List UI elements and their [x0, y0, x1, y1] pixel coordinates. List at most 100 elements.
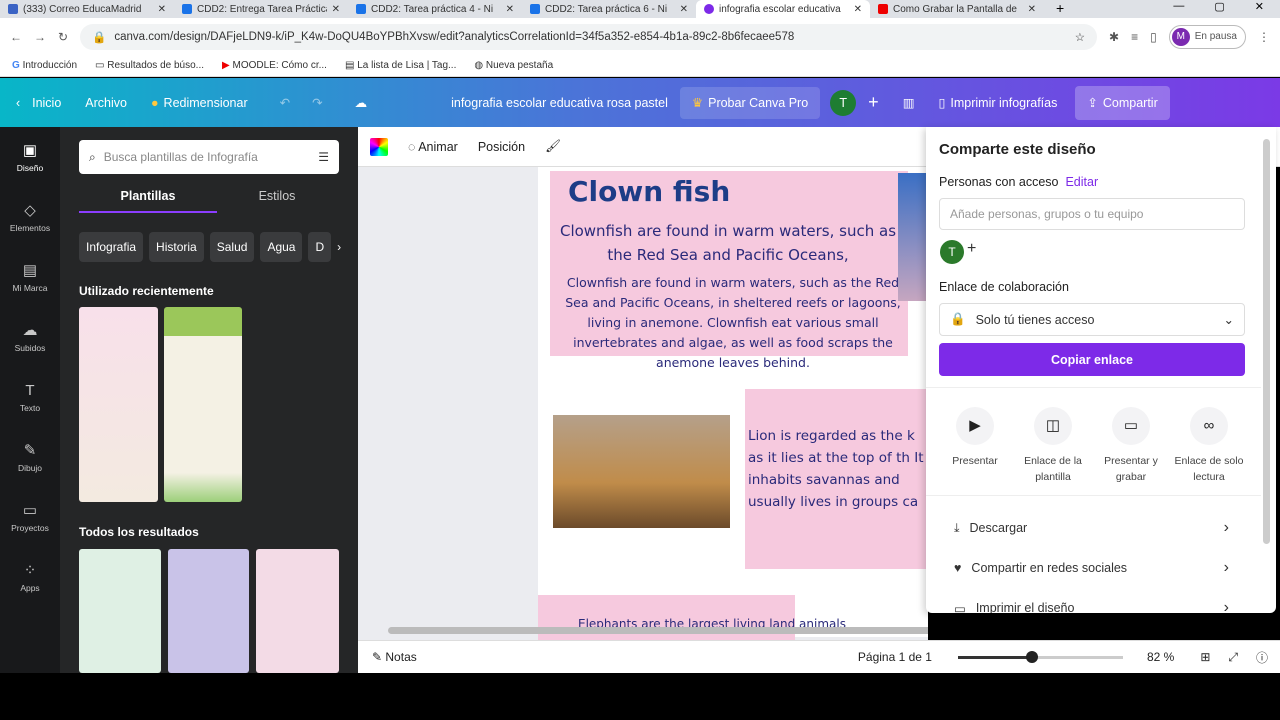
avatar[interactable]: T: [830, 89, 857, 116]
resize-button[interactable]: ● Redimensionar: [139, 96, 260, 110]
minimize-icon[interactable]: —: [1173, 0, 1184, 18]
notes-button[interactable]: ✎ Notas: [372, 650, 417, 664]
position-button[interactable]: Posición: [478, 140, 525, 154]
bookmark[interactable]: ▶ MOODLE: Cómo cr...: [222, 60, 327, 71]
template-thumbnail[interactable]: [79, 549, 161, 673]
reading-list-icon[interactable]: ≡: [1131, 30, 1138, 44]
browser-tab[interactable]: CDD2: Entrega Tarea Práctica ✕: [174, 0, 348, 18]
forward-icon[interactable]: →: [34, 30, 46, 44]
add-icon[interactable]: +: [856, 92, 891, 113]
rail-brand[interactable]: ▤ Mi Marca: [0, 247, 60, 307]
zoom-slider-handle[interactable]: [1026, 650, 1039, 663]
print-button[interactable]: ▯ Imprimir infografías: [927, 95, 1070, 111]
chevron-right-icon[interactable]: ›: [337, 232, 341, 262]
chip[interactable]: Salud: [209, 232, 255, 262]
format-painter-icon[interactable]: 🖌: [545, 139, 561, 154]
access-select[interactable]: 🔒 Solo tú tienes acceso ⌄: [939, 303, 1245, 336]
chip[interactable]: Historia: [149, 232, 204, 262]
template-thumbnail[interactable]: [79, 307, 158, 502]
menu-icon[interactable]: ⋮: [1258, 30, 1270, 44]
page-indicator[interactable]: Página 1 de 1: [858, 650, 932, 664]
animate-button[interactable]: ◌ Animar: [408, 140, 458, 154]
design-title[interactable]: infografia escolar educativa rosa pastel: [439, 96, 680, 110]
redo-icon[interactable]: ↷: [312, 95, 322, 110]
add-person-icon[interactable]: +: [967, 240, 976, 258]
design-page[interactable]: Clown fish Clownfish are found in warm w…: [538, 167, 928, 640]
close-icon[interactable]: ✕: [1028, 4, 1036, 15]
bookmark[interactable]: G Introducción: [12, 60, 77, 71]
analytics-icon[interactable]: ▥: [891, 95, 927, 110]
present-record-button[interactable]: ▭ Presentar y grabar: [1092, 407, 1170, 485]
help-icon[interactable]: ⓘ: [1256, 649, 1268, 666]
rail-text[interactable]: T Texto: [0, 367, 60, 427]
rail-elements[interactable]: ◇ Elementos: [0, 187, 60, 247]
body-text[interactable]: Clownfish are found in warm waters, such…: [563, 273, 903, 373]
edit-link[interactable]: Editar: [1065, 175, 1098, 189]
color-picker[interactable]: [370, 137, 388, 156]
bookmark[interactable]: ▭ Resultados de búso...: [95, 60, 204, 71]
template-link-button[interactable]: ◫ Enlace de la plantilla: [1014, 407, 1092, 485]
close-window-icon[interactable]: ✕: [1255, 0, 1264, 18]
print-design-row[interactable]: ▭ Imprimir el diseño ›: [954, 599, 1229, 613]
bookmark[interactable]: ▤ La lista de Lisa | Tag...: [345, 60, 456, 71]
new-tab-button[interactable]: +: [1044, 0, 1076, 18]
template-search-input[interactable]: ⌕ Busca plantillas de Infografía ☰: [79, 140, 339, 174]
template-thumbnail[interactable]: [168, 549, 249, 673]
chip[interactable]: Agua: [260, 232, 303, 262]
url-field[interactable]: 🔒 canva.com/design/DAFjeLDN9-k/iP_K4w-DoQ…: [80, 23, 1098, 50]
zoom-slider[interactable]: [957, 650, 1123, 663]
rail-design[interactable]: ▣ Diseño: [0, 127, 60, 187]
heading[interactable]: Clown fish: [568, 175, 730, 208]
copy-link-button[interactable]: Copiar enlace: [939, 343, 1245, 376]
undo-icon[interactable]: ↶: [280, 95, 290, 110]
close-icon[interactable]: ✕: [506, 4, 514, 15]
cloud-saved-icon[interactable]: ☁: [343, 95, 380, 110]
chip[interactable]: Infografia: [79, 232, 144, 262]
bookmark[interactable]: ◍ Nueva pestaña: [474, 60, 553, 71]
present-button[interactable]: ▶ Presentar: [936, 407, 1014, 469]
close-icon[interactable]: ✕: [158, 4, 166, 15]
browser-tab[interactable]: (333) Correo EducaMadrid ✕: [0, 0, 174, 18]
tab-templates[interactable]: Plantillas: [79, 189, 217, 213]
template-thumbnail[interactable]: [164, 307, 242, 502]
social-share-row[interactable]: ♥ Compartir en redes sociales ›: [954, 559, 1229, 577]
fullscreen-icon[interactable]: ⤢: [1228, 650, 1238, 665]
browser-tab[interactable]: CDD2: Tarea práctica 4 - Ni ✕: [348, 0, 522, 18]
home-button[interactable]: ‹ Inicio: [0, 96, 73, 110]
rail-projects[interactable]: ▭ Proyectos: [0, 487, 60, 547]
close-icon[interactable]: ✕: [854, 4, 862, 15]
lion-text[interactable]: Lion is regarded as the k as it lies at …: [748, 425, 928, 513]
share-button[interactable]: ⇪ Compartir: [1075, 85, 1170, 120]
close-icon[interactable]: ✕: [332, 4, 340, 15]
back-icon[interactable]: ←: [10, 30, 22, 44]
tab-styles[interactable]: Estilos: [217, 189, 337, 203]
reload-icon[interactable]: ↻: [58, 30, 68, 44]
grid-view-icon[interactable]: ⊞: [1200, 650, 1210, 664]
browser-tab[interactable]: CDD2: Tarea práctica 6 - Ni ✕: [522, 0, 696, 18]
star-icon[interactable]: ☆: [1075, 30, 1085, 44]
rail-apps[interactable]: ⁘ Apps: [0, 547, 60, 607]
chip[interactable]: D: [308, 232, 332, 262]
horizontal-scrollbar[interactable]: [388, 627, 928, 634]
share-scrollbar[interactable]: [1263, 139, 1270, 544]
browser-tab-active[interactable]: infografia escolar educativa ✕: [696, 0, 870, 18]
profile-button[interactable]: M En pausa: [1168, 24, 1246, 49]
sidepanel-icon[interactable]: ▯: [1150, 30, 1157, 44]
view-only-link-button[interactable]: ∞ Enlace de solo lectura: [1170, 407, 1248, 485]
filter-icon[interactable]: ☰: [318, 150, 329, 164]
lion-image[interactable]: [553, 415, 730, 528]
template-thumbnail[interactable]: [256, 549, 339, 673]
crown-icon: ♛: [691, 96, 704, 110]
close-icon[interactable]: ✕: [680, 4, 688, 15]
file-menu[interactable]: Archivo: [73, 96, 139, 110]
rail-draw[interactable]: ✎ Dibujo: [0, 427, 60, 487]
extensions-icon[interactable]: ✱: [1109, 30, 1119, 44]
maximize-icon[interactable]: ▢: [1214, 0, 1224, 18]
subheading[interactable]: Clownfish are found in warm waters, such…: [548, 219, 908, 267]
zoom-level[interactable]: 82 %: [1147, 650, 1174, 664]
download-row[interactable]: ⤓ Descargar ›: [954, 519, 1229, 537]
add-people-input[interactable]: Añade personas, grupos o tu equipo: [939, 198, 1245, 230]
browser-tab[interactable]: Como Grabar la Pantalla de ✕: [870, 0, 1044, 18]
rail-uploads[interactable]: ☁ Subidos: [0, 307, 60, 367]
try-pro-button[interactable]: ♛ Probar Canva Pro: [679, 86, 821, 119]
